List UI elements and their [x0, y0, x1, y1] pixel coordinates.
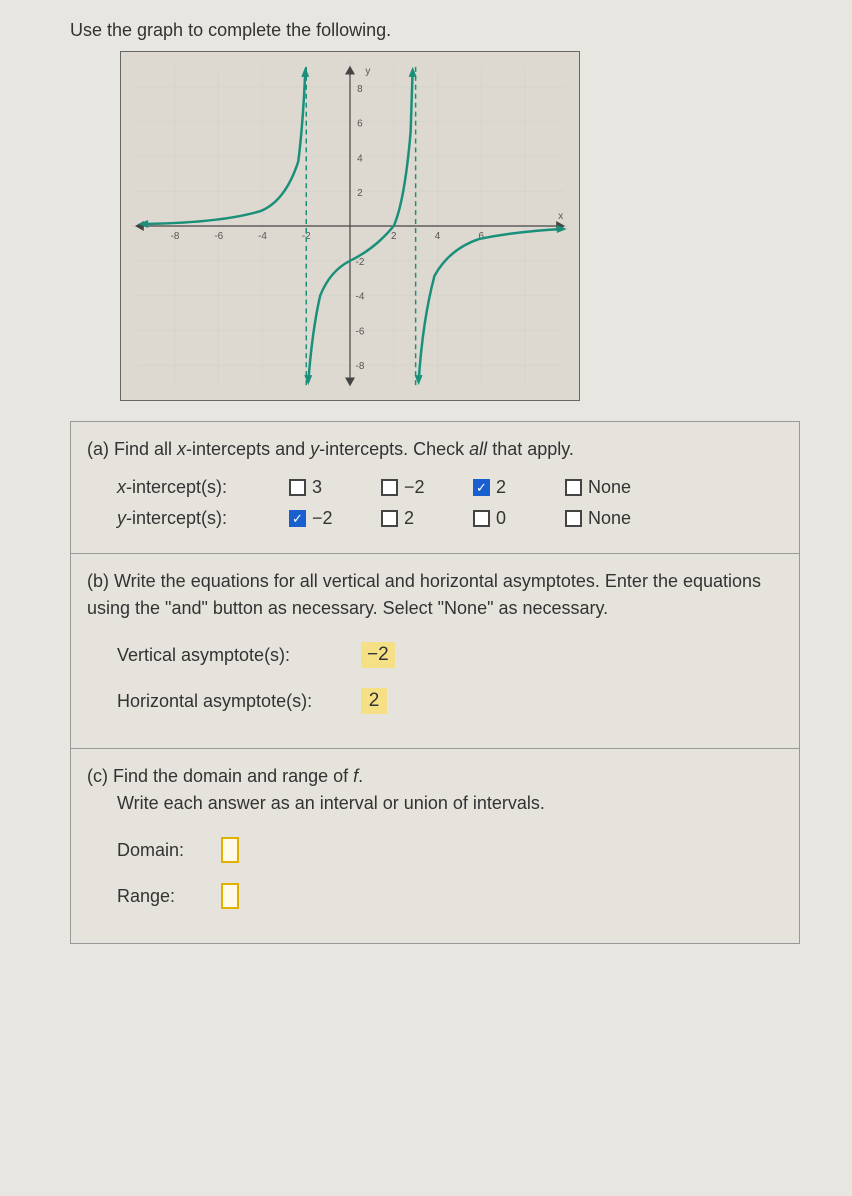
- y-intercept-row: y-intercept(s): ✓−2 2 0 None: [117, 508, 783, 529]
- checkbox-y-0[interactable]: [473, 510, 490, 527]
- svg-text:-6: -6: [356, 326, 365, 337]
- svg-text:y: y: [365, 66, 370, 77]
- vertical-asymptote-input[interactable]: −2: [361, 642, 395, 668]
- svg-text:-8: -8: [171, 231, 180, 242]
- domain-label: Domain:: [117, 840, 207, 861]
- part-a: (a) Find all x-intercepts and y-intercep…: [71, 422, 799, 554]
- part-a-prompt: (a) Find all x-intercepts and y-intercep…: [87, 436, 783, 463]
- horizontal-asymptote-input[interactable]: 2: [361, 688, 387, 714]
- checkbox-y-neg2[interactable]: ✓: [289, 510, 306, 527]
- checkbox-y-none[interactable]: [565, 510, 582, 527]
- checkbox-x-2[interactable]: ✓: [473, 479, 490, 496]
- svg-text:6: 6: [357, 119, 363, 130]
- range-label: Range:: [117, 886, 207, 907]
- checkbox-x-3[interactable]: [289, 479, 306, 496]
- x-intercept-label: x-intercept(s):: [117, 477, 267, 498]
- svg-text:2: 2: [391, 231, 397, 242]
- part-c-prompt: (c) Find the domain and range of f. Writ…: [87, 763, 783, 817]
- part-b-prompt: (b) Write the equations for all vertical…: [87, 568, 783, 622]
- range-row: Range:: [117, 883, 783, 909]
- horizontal-asymptote-label: Horizontal asymptote(s):: [117, 691, 347, 712]
- answer-panel: (a) Find all x-intercepts and y-intercep…: [70, 421, 800, 944]
- domain-row: Domain:: [117, 837, 783, 863]
- checkbox-x-none[interactable]: [565, 479, 582, 496]
- domain-input[interactable]: [221, 837, 239, 863]
- graph-container: -8-6 -4-2 24 6 86 42 -2-4 -6-8 yx: [120, 51, 832, 401]
- part-c: (c) Find the domain and range of f. Writ…: [71, 749, 799, 943]
- function-graph: -8-6 -4-2 24 6 86 42 -2-4 -6-8 yx: [120, 51, 580, 401]
- svg-text:4: 4: [435, 231, 441, 242]
- svg-text:2: 2: [357, 188, 363, 199]
- svg-text:6: 6: [478, 231, 484, 242]
- svg-text:-4: -4: [356, 292, 365, 303]
- y-intercept-label: y-intercept(s):: [117, 508, 267, 529]
- svg-text:-8: -8: [356, 361, 365, 372]
- svg-text:4: 4: [357, 153, 363, 164]
- x-intercept-row: x-intercept(s): 3 −2 ✓2 None: [117, 477, 783, 498]
- part-b: (b) Write the equations for all vertical…: [71, 554, 799, 749]
- range-input[interactable]: [221, 883, 239, 909]
- svg-text:-4: -4: [258, 231, 267, 242]
- instruction-text: Use the graph to complete the following.: [70, 20, 832, 41]
- checkbox-x-neg2[interactable]: [381, 479, 398, 496]
- vertical-asymptote-row: Vertical asymptote(s): −2: [117, 642, 783, 668]
- svg-text:-6: -6: [214, 231, 223, 242]
- svg-text:8: 8: [357, 84, 363, 95]
- vertical-asymptote-label: Vertical asymptote(s):: [117, 645, 347, 666]
- checkbox-y-2[interactable]: [381, 510, 398, 527]
- horizontal-asymptote-row: Horizontal asymptote(s): 2: [117, 688, 783, 714]
- svg-text:x: x: [558, 211, 563, 222]
